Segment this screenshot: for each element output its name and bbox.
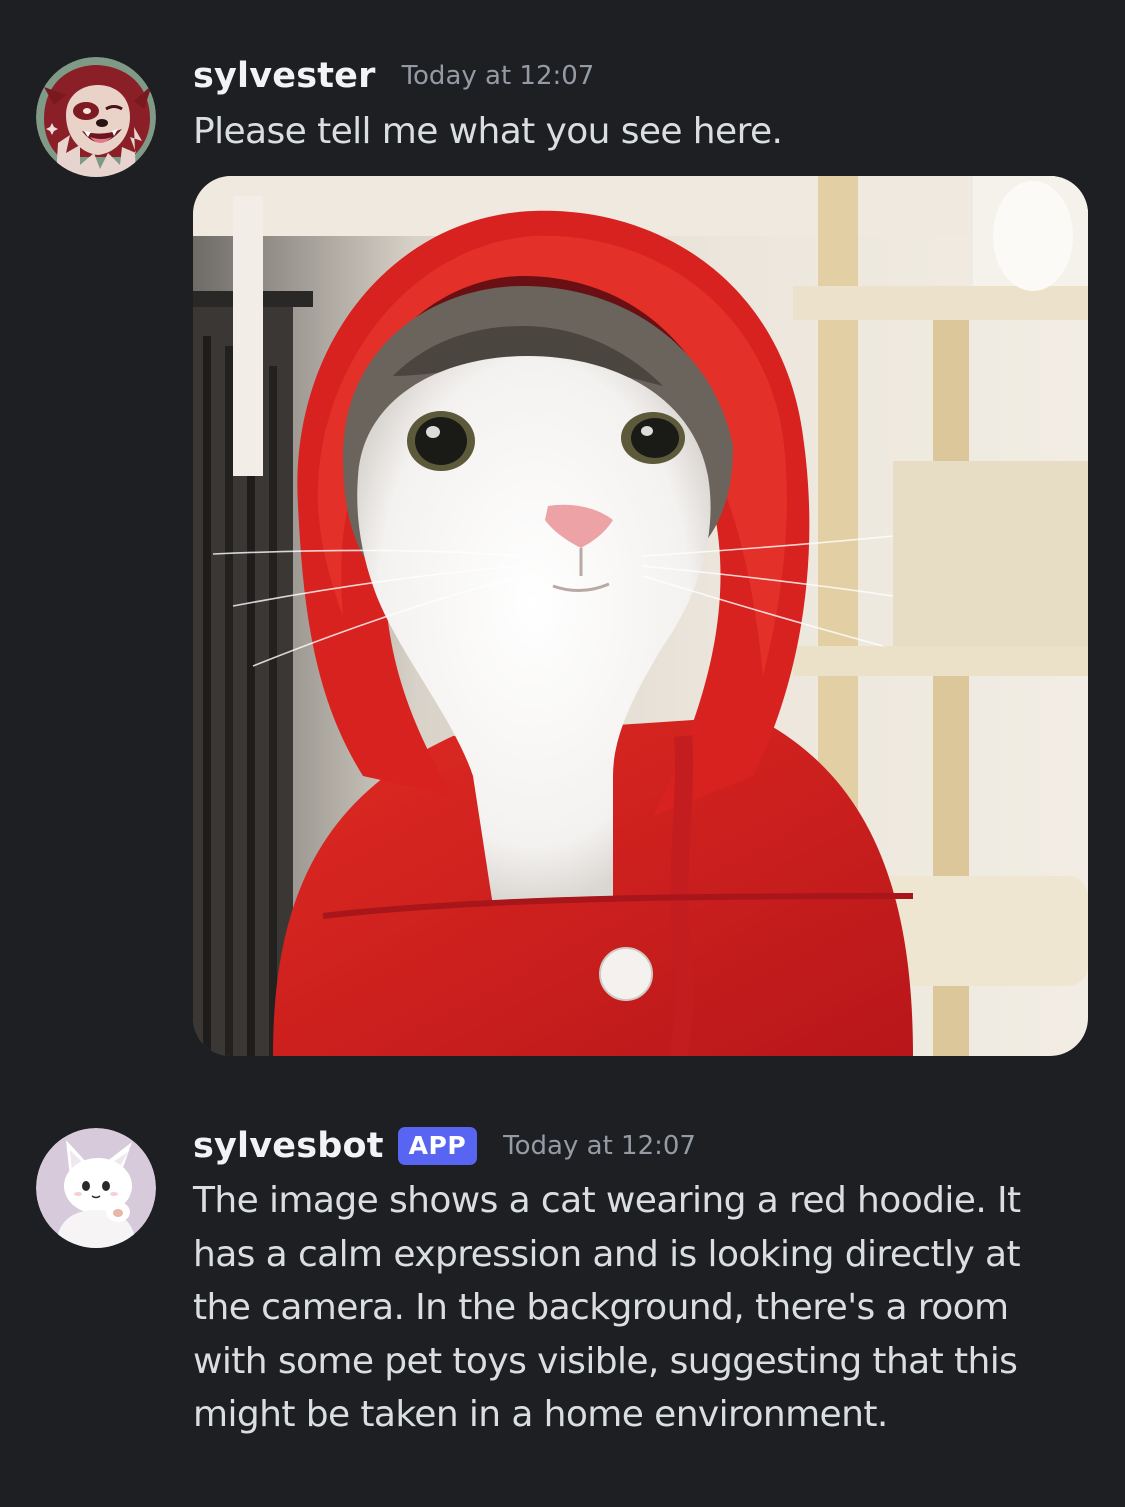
message-text-line: with some pet toys visible, suggesting t… [193,1340,1018,1382]
wolf-avatar-icon[interactable] [36,57,156,177]
message-timestamp: Today at 12:07 [503,1131,696,1161]
message-timestamp: Today at 12:07 [401,61,595,91]
cat-in-red-hoodie-photo [193,176,1088,1056]
message-text-line: the camera. In the background, there's a… [193,1287,1009,1328]
message-text-line: The image shows a cat wearing a red hood… [193,1180,1021,1221]
username-sylvester[interactable]: sylvester [193,56,376,96]
wolf-avatar-icon [36,57,156,177]
message-text: The image shows a cat wearing a red hood… [193,1174,1093,1442]
white-fox-avatar-icon[interactable] [36,1128,156,1248]
white-fox-avatar-icon [36,1128,156,1248]
image-attachment-cat-in-red-hoodie[interactable] [193,176,1088,1056]
message-text-line: has a calm expression and is looking dir… [193,1233,1021,1275]
message-text-line: might be taken in a home environment. [193,1394,888,1435]
app-badge: APP [397,1127,478,1165]
message-text: Please tell me what you see here. [193,111,783,152]
username-sylvesbot[interactable]: sylvesbot [193,1126,384,1166]
